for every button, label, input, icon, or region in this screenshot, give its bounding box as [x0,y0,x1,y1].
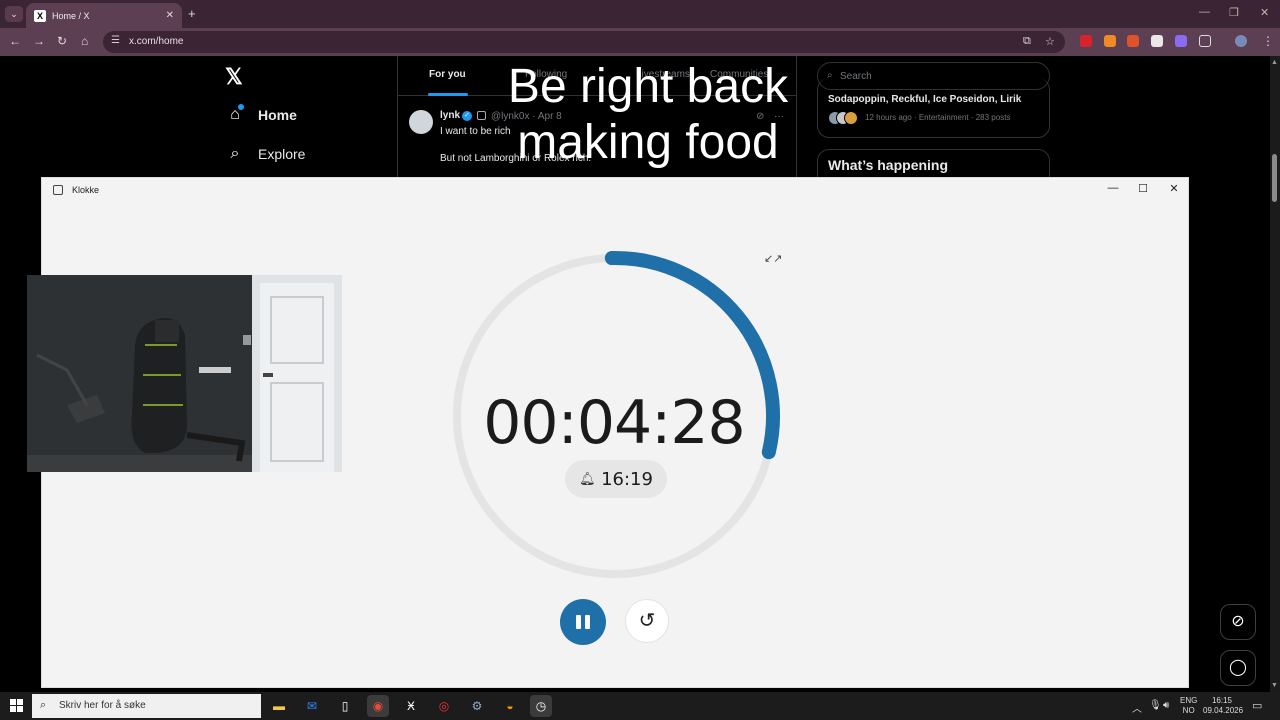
chevron-up-icon[interactable]: ︿ [1132,700,1142,715]
tray-date: 09.04.2026 [1203,706,1244,715]
trend-avatars [828,111,862,125]
pause-icon [576,615,581,629]
mail-icon[interactable]: ✉ [301,695,323,717]
pause-button[interactable] [560,599,606,645]
scrollbar-thumb[interactable] [1272,154,1277,202]
chrome-icon[interactable]: ◉ [367,695,389,717]
volume-icon[interactable]: 🔊︎ [1163,700,1169,711]
webcam-image [27,275,342,472]
site-info-icon[interactable]: ☰ [111,35,120,46]
lang-line: ENG [1180,696,1198,705]
extension-icon[interactable] [1080,35,1092,47]
trend-meta: 12 hours ago · Entertainment · 283 posts [865,113,1011,122]
trend-card[interactable] [817,78,1050,138]
page-scrollbar[interactable] [1270,56,1280,692]
active-tab-indicator [428,93,468,96]
overwatch-icon[interactable]: ◒ [499,695,521,717]
notifications-icon[interactable]: ▭ [1252,699,1262,712]
scroll-up-icon[interactable]: ▲ [1271,59,1278,66]
browser-menu-icon[interactable]: ⋮ [1262,34,1274,48]
reset-icon: ↺ [638,610,656,632]
close-window-icon[interactable]: ✕ [1260,6,1269,19]
capcut-icon[interactable]: Ӿ [400,695,422,717]
taskbar-search-input[interactable]: ⌕ Skriv her for å søke [32,694,261,718]
browser-tab[interactable]: X Home / X ✕ [26,3,182,28]
messages-button[interactable]: ◯ [1220,650,1256,686]
reload-icon[interactable]: ↻ [57,34,67,48]
grok-button[interactable]: ⊘ [1220,604,1256,640]
file-explorer-icon[interactable]: ▬ [268,695,290,717]
input-language[interactable]: ENG NO [1180,696,1197,716]
url-text: x.com/home [129,36,184,47]
extension-icon[interactable] [1175,35,1187,47]
taskbar-clock[interactable]: 16:15 09.04.2026 [1203,696,1244,716]
compact-overlay-icon[interactable]: ↙↗ [764,252,782,265]
windows-taskbar: ⌕ Skriv her for å søke ▬ ✉ ▯ ◉ Ӿ ◎ ⚙ ◒ ◷… [0,692,1280,720]
browser-tab-strip: ⌄ X Home / X ✕ + — ❐ ✕ [0,0,1280,28]
timer-display: 00:04:28 [483,388,745,458]
tray-time: 16:15 [1211,696,1233,705]
nav-item-explore[interactable]: ⌕ Explore [226,145,306,163]
bell-icon: 🔔︎ [579,471,596,486]
avatar[interactable] [409,110,433,134]
minimize-icon[interactable]: — [1199,6,1210,18]
tab-search-button[interactable]: ⌄ [5,6,23,22]
forward-icon[interactable]: → [33,34,45,48]
close-icon[interactable]: ✕ [166,10,174,21]
clock-app-icon[interactable]: ◷ [530,695,552,717]
end-time-badge: 🔔︎ 16:19 [565,460,667,498]
nav-item-home[interactable]: ⌂ Home [226,106,297,124]
x-favicon-icon: X [34,9,46,22]
lang-line: NO [1182,706,1195,715]
profile-avatar[interactable] [1235,35,1247,47]
pause-icon [585,615,590,629]
search-icon: ⌕ [230,145,240,162]
bookmark-star-icon[interactable]: ☆ [1045,35,1055,48]
search-icon: ⌕ [40,699,47,711]
scroll-down-icon[interactable]: ▼ [1271,682,1278,689]
verified-badge-icon: ✓ [462,111,472,121]
extensions-puzzle-icon[interactable] [1199,35,1211,47]
notepad-icon[interactable]: ▯ [334,695,356,717]
overlay-line: making food [517,116,779,169]
whats-happening-heading: What’s happening [828,157,949,173]
webcam-feed [27,275,342,472]
x-logo-icon[interactable]: 𝕏 [225,64,243,90]
search-placeholder: Skriv her for å søke [59,700,146,711]
nav-label: Home [258,107,297,123]
extension-icon[interactable] [1127,35,1139,47]
recording-app-icon[interactable]: ◎ [433,695,455,717]
extension-icon[interactable] [1151,35,1163,47]
home-button-icon[interactable]: ⌂ [81,34,88,48]
trend-title[interactable]: Sodapoppin, Reckful, Ice Poseidon, Lirik [828,94,1021,105]
back-icon[interactable]: ← [9,34,21,48]
new-tab-button[interactable]: + [188,6,196,21]
avatar [844,111,858,125]
steam-icon[interactable]: ⚙ [466,695,488,717]
stream-overlay-text: Be right back making food [480,59,816,171]
install-app-icon[interactable]: ⧉ [1023,35,1031,48]
overlay-line: Be right back [507,60,789,113]
address-bar[interactable]: ☰ x.com/home ⧉ ☆ [103,31,1065,53]
extension-icon[interactable] [1104,35,1116,47]
microphone-icon[interactable]: 🎙︎ [1149,700,1162,711]
nav-label: Explore [258,146,306,162]
end-time: 16:19 [601,468,653,490]
tweet-author-name[interactable]: lynk [440,110,460,121]
tab-for-you[interactable]: For you [429,69,466,80]
tab-title: Home / X [52,10,90,21]
restore-icon[interactable]: ❐ [1229,6,1239,19]
notification-dot [238,104,244,110]
reset-button[interactable]: ↺ [625,599,669,643]
start-button[interactable] [10,699,23,712]
